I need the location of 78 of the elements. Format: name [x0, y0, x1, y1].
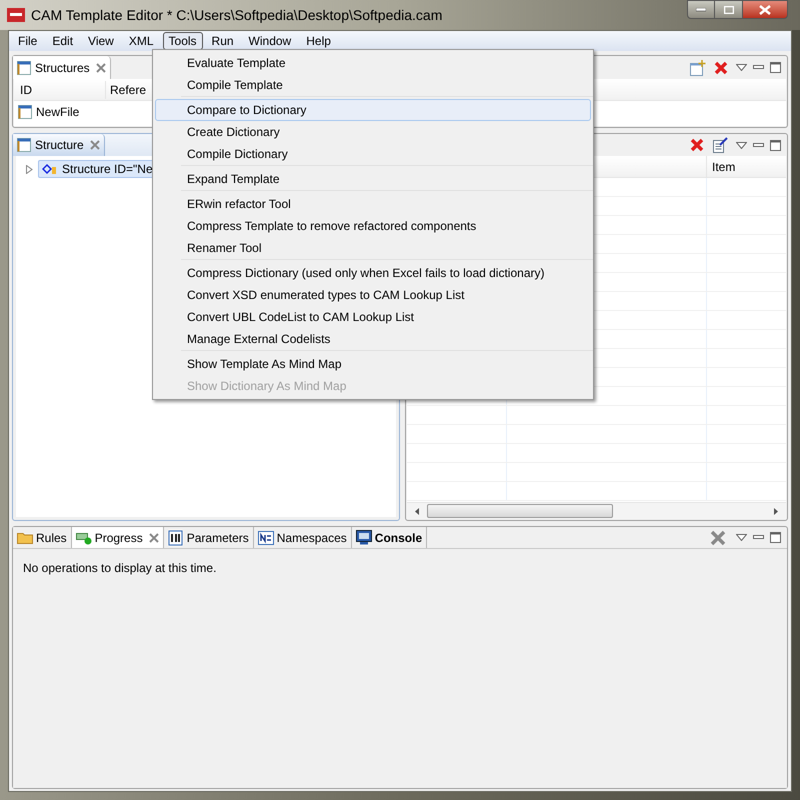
- minimize-button[interactable]: [687, 0, 715, 19]
- menu-item[interactable]: File: [12, 32, 44, 50]
- tab-label: Parameters: [186, 530, 249, 546]
- column-header[interactable]: ID: [14, 80, 106, 98]
- maximize-icon: [724, 6, 734, 14]
- view-icon: [17, 138, 31, 152]
- menu-option[interactable]: Manage External Codelists: [155, 328, 591, 350]
- new-item-icon[interactable]: [690, 60, 706, 76]
- console-icon: [356, 530, 372, 545]
- namespace-icon: [258, 530, 274, 544]
- tab-label: Structures: [35, 60, 90, 76]
- menu-option[interactable]: Compile Dictionary: [155, 143, 591, 165]
- menu-option[interactable]: Compress Dictionary (used only when Excel fails to load dictionary): [155, 262, 591, 284]
- view-menu-icon[interactable]: [736, 142, 747, 148]
- maximize-button[interactable]: [715, 0, 742, 19]
- menu-item[interactable]: Help: [300, 32, 337, 50]
- maximize-icon[interactable]: [770, 532, 781, 543]
- minimize-icon[interactable]: [753, 65, 764, 70]
- edit-document-icon[interactable]: [712, 137, 728, 153]
- menu-item[interactable]: XML: [122, 32, 160, 50]
- view-icon: [18, 105, 32, 119]
- folder-icon: [17, 531, 33, 544]
- close-icon[interactable]: [96, 62, 106, 72]
- menu-option[interactable]: ERwin refactor Tool: [155, 193, 591, 215]
- menu-option[interactable]: Evaluate Template: [155, 52, 591, 74]
- menu-option[interactable]: Compile Template: [155, 74, 591, 96]
- menu-option[interactable]: Renamer Tool: [155, 237, 591, 259]
- menu-option[interactable]: Expand Template: [155, 168, 591, 190]
- tab-label: Progress: [94, 530, 143, 546]
- tab-label: Namespaces: [276, 530, 347, 546]
- view-icon: [17, 60, 31, 74]
- panel-tab[interactable]: Structures: [13, 56, 111, 79]
- element-icon: [42, 163, 58, 175]
- maximize-icon[interactable]: [770, 140, 781, 150]
- delete-icon[interactable]: [714, 60, 728, 74]
- tab-label: Rules: [36, 530, 67, 546]
- menu-item[interactable]: Run: [206, 32, 240, 50]
- app-logo: [7, 8, 25, 22]
- scroll-left-icon[interactable]: [415, 508, 419, 514]
- close-icon[interactable]: [90, 140, 100, 150]
- tree-item-label: Structure ID="Ne: [62, 161, 153, 178]
- menu-option[interactable]: Convert XSD enumerated types to CAM Lookup List: [155, 284, 591, 306]
- menu-item[interactable]: Window: [242, 32, 298, 50]
- menu-item[interactable]: Tools: [162, 32, 203, 50]
- panel-tab[interactable]: Progress: [72, 527, 164, 548]
- column-header[interactable]: Refere: [106, 80, 150, 98]
- menu-item[interactable]: View: [82, 32, 120, 50]
- panel-tab[interactable]: Parameters: [164, 527, 254, 548]
- menu-option[interactable]: Create Dictionary: [155, 121, 591, 143]
- view-menu-icon[interactable]: [736, 534, 747, 541]
- maximize-icon[interactable]: [770, 62, 781, 73]
- parameter-icon: [168, 530, 184, 546]
- minimize-icon[interactable]: [753, 142, 764, 148]
- panel-tab[interactable]: Structure: [13, 134, 105, 156]
- window-title: CAM Template Editor * C:\Users\Softpedia\Desktop\Softpedia.cam: [31, 6, 442, 25]
- horizontal-scrollbar[interactable]: [407, 502, 786, 519]
- panel-tab[interactable]: Rules: [13, 527, 72, 548]
- menu-item[interactable]: Edit: [46, 32, 80, 50]
- menu-option[interactable]: Compress Template to remove refactored components: [155, 215, 591, 237]
- tab-label: Structure: [35, 137, 84, 154]
- scroll-right-icon[interactable]: [774, 508, 778, 514]
- minimize-icon: [696, 8, 706, 12]
- progress-icon: [76, 530, 92, 544]
- column-header[interactable]: Item: [707, 156, 740, 177]
- close-icon: [759, 4, 771, 14]
- menu-option[interactable]: Show Template As Mind Map: [155, 353, 591, 375]
- remove-all-icon[interactable]: [710, 530, 726, 546]
- minimize-icon[interactable]: [753, 535, 764, 540]
- tab-label: Console: [374, 530, 422, 546]
- close-button[interactable]: [742, 0, 788, 19]
- status-message: No operations to display at this time.: [23, 561, 216, 575]
- table-cell-text: NewFile: [36, 104, 80, 121]
- menu-option[interactable]: Compare to Dictionary: [155, 99, 591, 121]
- close-icon[interactable]: [148, 532, 159, 542]
- delete-icon[interactable]: [690, 138, 704, 152]
- menu-option[interactable]: Convert UBL CodeList to CAM Lookup List: [155, 306, 591, 328]
- expand-toggle-icon[interactable]: [25, 164, 33, 174]
- view-menu-icon[interactable]: [736, 64, 747, 71]
